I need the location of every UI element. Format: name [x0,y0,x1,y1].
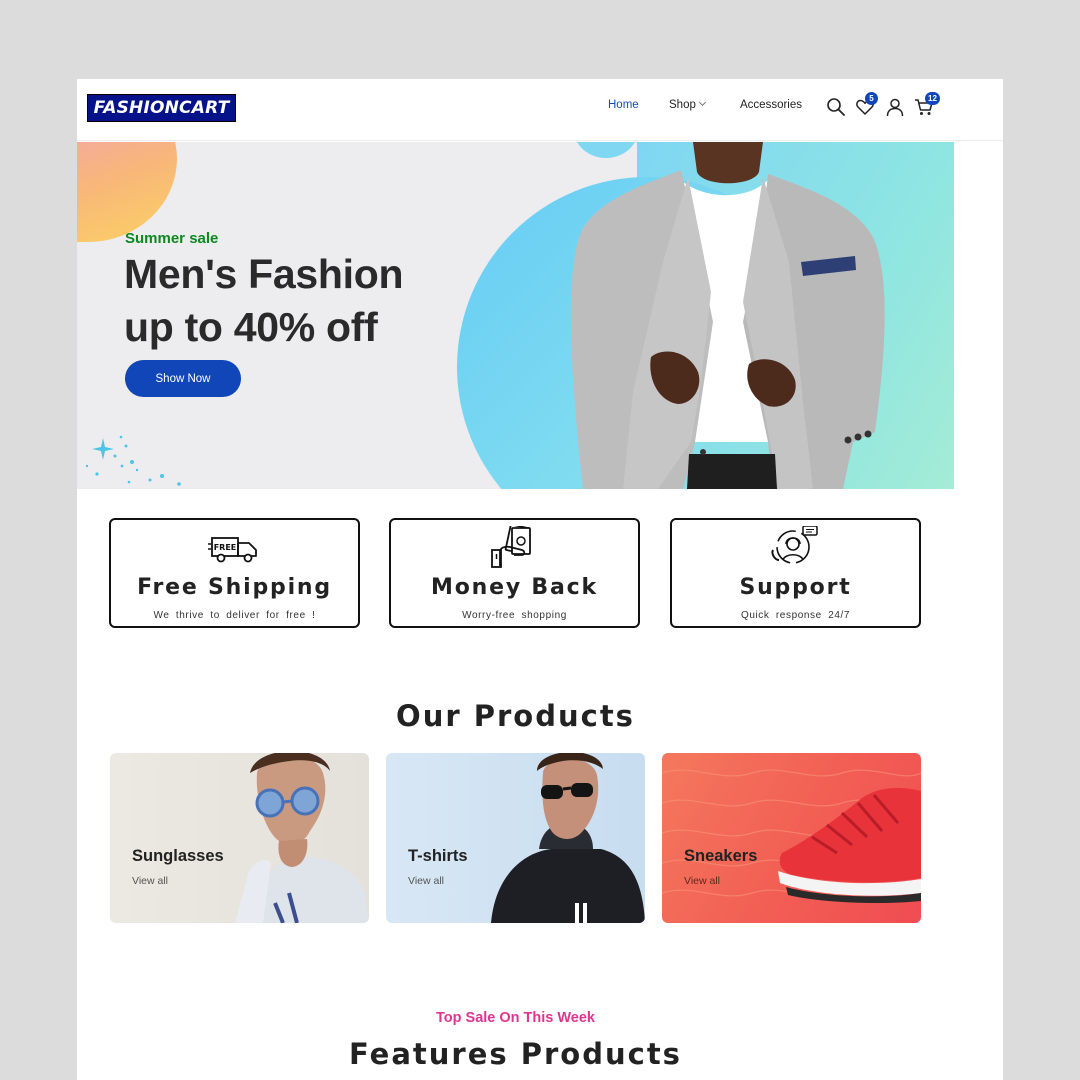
feature-money-back: Money Back Worry-free shopping [389,518,640,628]
truck-icon: FREE [207,526,262,568]
view-all-link[interactable]: View all [132,875,168,887]
feature-subtitle: We thrive to deliver for free ! [153,610,316,621]
nav-home[interactable]: Home [608,99,639,111]
view-all-link[interactable]: View all [684,875,720,887]
feature-title: Free Shipping [137,575,332,600]
products-section-title: Our Products [396,699,635,733]
featured-eyebrow: Top Sale On This Week [436,1010,595,1026]
user-icon[interactable] [885,97,905,117]
money-icon [488,526,542,568]
hero-banner: Summer sale Men's Fashion up to 40% off … [77,142,954,489]
product-name: Sunglasses [132,847,224,865]
feature-title: Support [739,575,852,600]
product-card-sneakers[interactable]: Sneakers View all [662,753,921,923]
product-name: Sneakers [684,847,758,865]
chevron-down-icon [698,98,706,107]
feature-free-shipping: FREE Free Shipping We thrive to deliver … [109,518,360,628]
wishlist-button[interactable]: 5 [855,92,878,117]
featured-section-title: Features Products [349,1037,682,1071]
cart-button[interactable]: 12 [914,92,940,117]
decorative-blob [77,142,177,242]
sneaker-image [662,769,921,903]
product-card-sunglasses[interactable]: Sunglasses View all [110,753,369,923]
feature-subtitle: Quick response 24/7 [740,610,851,621]
nav-accessories[interactable]: Accessories [740,99,802,111]
tshirt-model-image [491,753,645,923]
view-all-link[interactable]: View all [408,875,444,887]
search-icon[interactable] [826,97,846,117]
hero-title-line-2: up to 40% off [124,304,378,350]
feature-subtitle: Worry-free shopping [462,610,567,621]
support-icon [769,526,823,568]
hero-title-line-1: Men's Fashion [124,251,404,297]
hero-model-image [570,142,885,489]
brand-logo[interactable]: FASHIONCART [87,94,236,122]
wishlist-count-badge: 5 [865,92,878,105]
shop-now-button[interactable]: Show Now [125,360,241,397]
sunglasses-model-image [235,753,369,923]
feature-support: Support Quick response 24/7 [670,518,921,628]
page: FASHIONCART Home Shop Accessories 5 12 S… [77,79,1003,1080]
brand-logo-text: FASHIONCART [93,98,230,118]
svg-text:FREE: FREE [213,543,236,552]
site-header: FASHIONCART Home Shop Accessories 5 12 [77,79,1003,141]
product-card-tshirts[interactable]: T-shirts View all [386,753,645,923]
hero-eyebrow: Summer sale [125,230,219,247]
nav-shop[interactable]: Shop [669,98,706,111]
nav-shop-label: Shop [669,99,696,111]
cart-count-badge: 12 [925,92,940,105]
product-name: T-shirts [408,847,468,865]
sparkle-decoration [85,435,181,486]
feature-title: Money Back [431,575,598,600]
hero-title: Men's Fashion up to 40% off [124,248,404,354]
